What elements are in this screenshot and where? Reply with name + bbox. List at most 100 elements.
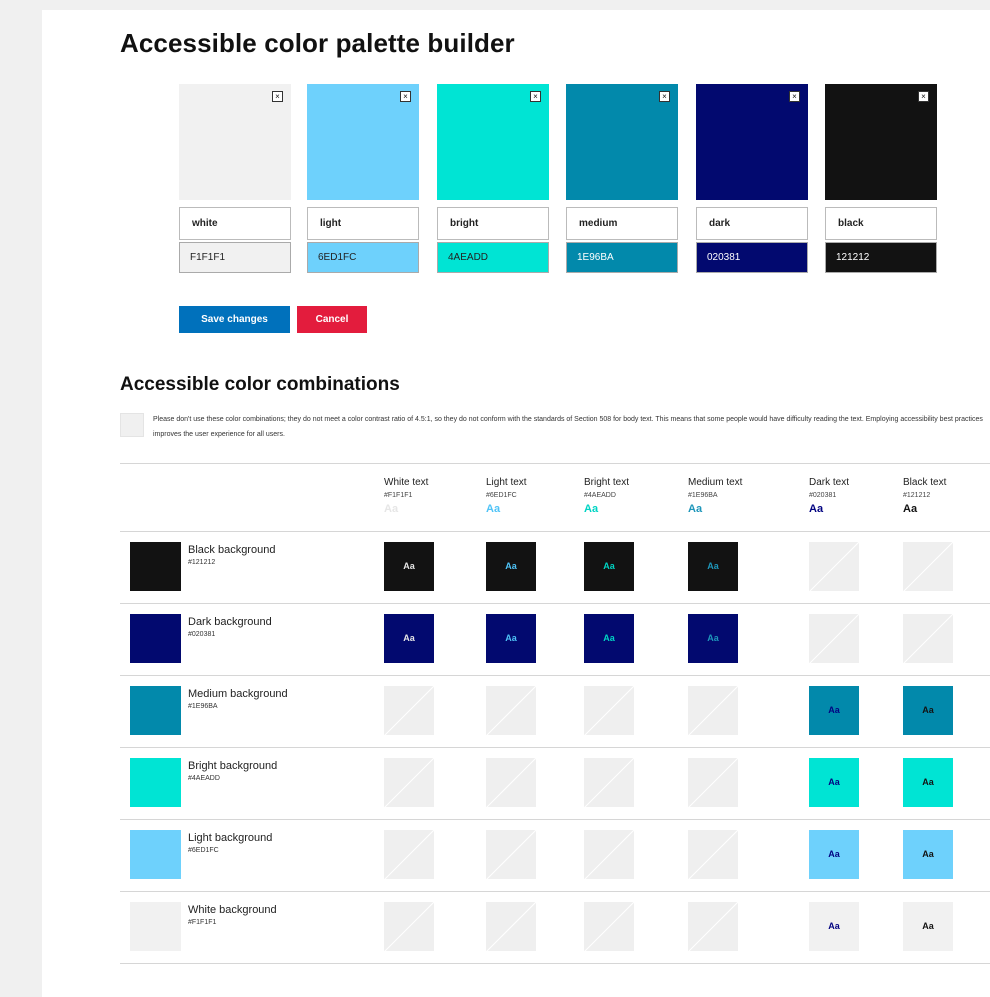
column-hex: #6ED1FC: [486, 492, 517, 499]
close-icon[interactable]: ×: [400, 91, 411, 102]
row-swatch: [130, 902, 181, 951]
column-name: Light text: [486, 477, 527, 488]
row-swatch: [130, 686, 181, 735]
column-hex: #4AEADD: [584, 492, 616, 499]
page: Accessible color palette builder × white F…: [42, 10, 990, 997]
row-hex: #020381: [188, 631, 216, 638]
swatch-black: ×: [825, 84, 937, 200]
row-hex: #4AEADD: [188, 775, 220, 782]
combination-sample: Aa: [809, 686, 859, 735]
swatch-light: ×: [307, 84, 419, 200]
combination-sample: Aa: [384, 542, 434, 591]
combination-unavailable: [903, 614, 953, 663]
row-name: Medium background: [188, 688, 288, 700]
column-sample: Aa: [688, 503, 703, 515]
combinations-title: Accessible color combinations: [120, 374, 400, 395]
close-icon[interactable]: ×: [789, 91, 800, 102]
cancel-button[interactable]: Cancel: [297, 306, 367, 333]
combination-sample: Aa: [809, 758, 859, 807]
combination-sample: Aa: [809, 902, 859, 951]
swatch-medium: ×: [566, 84, 678, 200]
combination-sample: Aa: [688, 542, 738, 591]
color-name-input-bright[interactable]: bright: [437, 207, 549, 240]
table-divider: [120, 819, 990, 820]
close-icon[interactable]: ×: [272, 91, 283, 102]
row-name: Bright background: [188, 760, 278, 772]
combination-sample: Aa: [903, 830, 953, 879]
row-label: Dark background #020381: [188, 615, 388, 641]
row-label: Light background #6ED1FC: [188, 831, 388, 857]
row-hex: #1E96BA: [188, 703, 218, 710]
swatch-white: ×: [179, 84, 291, 200]
close-icon[interactable]: ×: [659, 91, 670, 102]
close-icon[interactable]: ×: [530, 91, 541, 102]
column-hex: #121212: [903, 492, 931, 499]
color-name-input-dark[interactable]: dark: [696, 207, 808, 240]
combination-unavailable: [486, 686, 536, 735]
table-divider: [120, 463, 990, 464]
row-swatch: [130, 830, 181, 879]
combination-unavailable: [688, 830, 738, 879]
color-name-input-black[interactable]: black: [825, 207, 937, 240]
combination-unavailable: [384, 830, 434, 879]
color-hex-input-white[interactable]: F1F1F1: [179, 242, 291, 273]
table-divider: [120, 603, 990, 604]
row-label: White background #F1F1F1: [188, 903, 388, 929]
column-name: Dark text: [809, 477, 850, 488]
row-name: Light background: [188, 832, 273, 844]
color-name-input-white[interactable]: white: [179, 207, 291, 240]
combination-unavailable: [809, 542, 859, 591]
column-sample: Aa: [809, 503, 824, 515]
combination-unavailable: [486, 902, 536, 951]
row-name: White background: [188, 904, 277, 916]
column-hex: #F1F1F1: [384, 492, 413, 499]
column-hex: #1E96BA: [688, 492, 718, 499]
row-name: Black background: [188, 544, 276, 556]
color-name-input-medium[interactable]: medium: [566, 207, 678, 240]
swatch-bright: ×: [437, 84, 549, 200]
swatch-dark: ×: [696, 84, 808, 200]
row-swatch: [130, 758, 181, 807]
row-hex: #121212: [188, 559, 216, 566]
column-sample: Aa: [903, 503, 918, 515]
combination-sample: Aa: [903, 902, 953, 951]
column-header: Bright text #4AEADD Aa: [584, 476, 674, 516]
column-name: Black text: [903, 477, 947, 488]
save-button[interactable]: Save changes: [179, 306, 290, 333]
combination-unavailable: [384, 902, 434, 951]
combination-unavailable: [688, 902, 738, 951]
column-header: White text #F1F1F1 Aa: [384, 476, 474, 516]
color-hex-input-bright[interactable]: 4AEADD: [437, 242, 549, 273]
combination-sample: Aa: [688, 614, 738, 663]
table-divider: [120, 675, 990, 676]
combination-sample: Aa: [903, 758, 953, 807]
column-header: Light text #6ED1FC Aa: [486, 476, 576, 516]
combination-unavailable: [584, 686, 634, 735]
combination-unavailable: [486, 758, 536, 807]
table-divider: [120, 963, 990, 964]
close-icon[interactable]: ×: [918, 91, 929, 102]
combination-unavailable: [809, 614, 859, 663]
row-label: Bright background #4AEADD: [188, 759, 388, 785]
combination-sample: Aa: [486, 542, 536, 591]
color-hex-input-medium[interactable]: 1E96BA: [566, 242, 678, 273]
column-header: Medium text #1E96BA Aa: [688, 476, 778, 516]
row-label: Medium background #1E96BA: [188, 687, 388, 713]
column-header: Dark text #020381 Aa: [809, 476, 899, 516]
column-name: Bright text: [584, 477, 630, 488]
color-hex-input-light[interactable]: 6ED1FC: [307, 242, 419, 273]
row-swatch: [130, 614, 181, 663]
column-header: Black text #121212 Aa: [903, 476, 990, 516]
color-hex-input-black[interactable]: 121212: [825, 242, 937, 273]
column-name: Medium text: [688, 477, 743, 488]
notice-text: Please don't use these color combination…: [153, 416, 983, 438]
column-sample: Aa: [486, 503, 501, 515]
color-hex-input-dark[interactable]: 020381: [696, 242, 808, 273]
row-name: Dark background: [188, 616, 272, 628]
combination-unavailable: [384, 758, 434, 807]
color-name-input-light[interactable]: light: [307, 207, 419, 240]
combination-unavailable: [384, 686, 434, 735]
row-label: Black background #121212: [188, 543, 388, 569]
combination-unavailable: [688, 686, 738, 735]
combination-sample: Aa: [809, 830, 859, 879]
